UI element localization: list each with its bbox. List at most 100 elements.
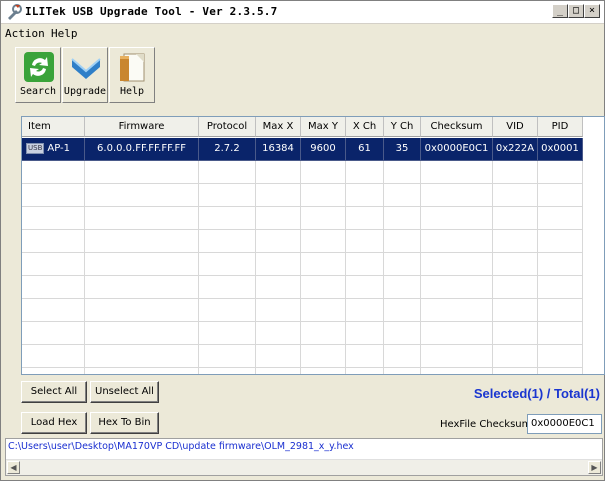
search-button[interactable]: Search	[15, 47, 61, 103]
empty-cell	[22, 184, 85, 207]
empty-cell	[538, 299, 583, 322]
column-header[interactable]: Checksum	[421, 117, 493, 137]
menu-bar: Action Help	[1, 24, 604, 42]
empty-cell	[538, 276, 583, 299]
close-button[interactable]: ×	[584, 4, 600, 18]
app-window: ILITek USB Upgrade Tool - Ver 2.3.5.7 _ …	[0, 0, 605, 481]
maximize-button[interactable]: □	[568, 4, 584, 18]
scroll-right-icon[interactable]: ▶	[588, 461, 601, 474]
empty-cell	[384, 299, 421, 322]
hexfile-checksum-field[interactable]: 0x0000E0C1	[527, 414, 602, 434]
table-row[interactable]: USB AP-1 6.0.0.0.FF.FF.FF.FF 2.7.2 16384 …	[22, 138, 583, 161]
empty-cell	[85, 161, 199, 184]
empty-cell	[421, 230, 493, 253]
empty-cell	[22, 161, 85, 184]
empty-cell	[301, 253, 346, 276]
empty-cell	[538, 253, 583, 276]
empty-cell	[256, 299, 301, 322]
empty-cell	[421, 368, 493, 374]
empty-cell	[538, 184, 583, 207]
empty-cell	[384, 207, 421, 230]
empty-cell	[301, 299, 346, 322]
column-header[interactable]: Max X	[256, 117, 301, 137]
menu-help[interactable]: Help	[51, 27, 78, 40]
file-path-box: C:\Users\user\Desktop\MA170VP CD\update …	[5, 438, 603, 476]
scroll-left-icon[interactable]: ◀	[7, 461, 20, 474]
empty-cell	[301, 230, 346, 253]
cell-checksum: 0x0000E0C1	[421, 138, 493, 161]
empty-table-row	[22, 322, 583, 345]
empty-cell	[22, 230, 85, 253]
empty-table-row	[22, 299, 583, 322]
empty-table-row	[22, 345, 583, 368]
usb-icon: USB	[26, 142, 45, 154]
column-header[interactable]: PID	[538, 117, 583, 137]
empty-cell	[85, 299, 199, 322]
empty-cell	[493, 253, 538, 276]
empty-table-row	[22, 184, 583, 207]
minimize-button[interactable]: _	[552, 4, 568, 18]
empty-cell	[22, 299, 85, 322]
help-button[interactable]: Help	[109, 47, 155, 103]
empty-cell	[22, 253, 85, 276]
empty-cell	[256, 184, 301, 207]
empty-table-row	[22, 368, 583, 374]
empty-cell	[199, 207, 256, 230]
empty-cell	[421, 253, 493, 276]
column-header[interactable]: Firmware	[85, 117, 199, 137]
table-header: Item Firmware Protocol Max X Max Y X Ch …	[22, 117, 583, 137]
window-title: ILITek USB Upgrade Tool - Ver 2.3.5.7	[25, 5, 278, 18]
empty-cell	[384, 253, 421, 276]
unselect-all-button[interactable]: Unselect All	[90, 381, 159, 403]
column-header[interactable]: Y Ch	[384, 117, 421, 137]
column-header[interactable]: Max Y	[301, 117, 346, 137]
file-path-text: C:\Users\user\Desktop\MA170VP CD\update …	[8, 441, 354, 452]
menu-action[interactable]: Action	[5, 27, 45, 40]
column-header[interactable]: VID	[493, 117, 538, 137]
empty-cell	[199, 276, 256, 299]
empty-cell	[538, 161, 583, 184]
empty-cell	[199, 368, 256, 374]
select-all-button[interactable]: Select All	[21, 381, 87, 403]
empty-cell	[199, 161, 256, 184]
empty-cell	[384, 230, 421, 253]
empty-cell	[256, 207, 301, 230]
empty-cell	[85, 184, 199, 207]
empty-cell	[199, 322, 256, 345]
empty-cell	[301, 276, 346, 299]
empty-cell	[256, 345, 301, 368]
empty-cell	[346, 230, 384, 253]
empty-cell	[22, 207, 85, 230]
empty-cell	[22, 345, 85, 368]
empty-cell	[493, 161, 538, 184]
app-icon	[8, 4, 22, 20]
empty-cell	[421, 299, 493, 322]
hex-to-bin-button[interactable]: Hex To Bin	[90, 412, 159, 434]
empty-cell	[346, 345, 384, 368]
item-label: AP-1	[47, 143, 70, 154]
horizontal-scrollbar[interactable]: ◀ ▶	[6, 459, 602, 475]
column-header[interactable]: Item	[22, 117, 85, 137]
empty-cell	[538, 368, 583, 374]
empty-cell	[384, 368, 421, 374]
empty-cell	[538, 322, 583, 345]
empty-table-row	[22, 230, 583, 253]
empty-cell	[421, 161, 493, 184]
empty-cell	[256, 368, 301, 374]
help-label: Help	[119, 86, 145, 97]
column-header[interactable]: X Ch	[346, 117, 384, 137]
empty-cell	[301, 345, 346, 368]
load-hex-button[interactable]: Load Hex	[21, 412, 87, 434]
empty-cell	[421, 276, 493, 299]
refresh-icon	[24, 52, 54, 82]
empty-cell	[22, 368, 85, 374]
upgrade-button[interactable]: Upgrade	[62, 47, 108, 103]
cell-x-ch: 61	[346, 138, 384, 161]
cell-firmware: 6.0.0.0.FF.FF.FF.FF	[85, 138, 199, 161]
cell-pid: 0x0001	[538, 138, 583, 161]
column-header[interactable]: Protocol	[199, 117, 256, 137]
title-bar: ILITek USB Upgrade Tool - Ver 2.3.5.7 _ …	[1, 1, 604, 24]
empty-cell	[85, 276, 199, 299]
cell-max-y: 9600	[301, 138, 346, 161]
empty-cell	[256, 322, 301, 345]
